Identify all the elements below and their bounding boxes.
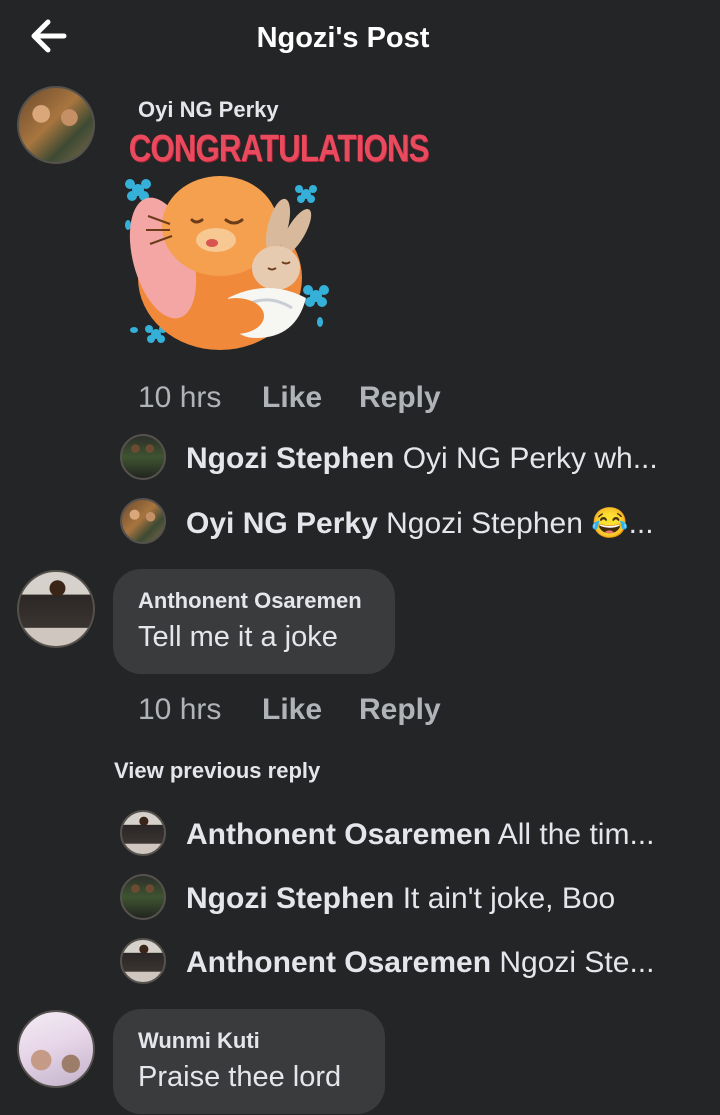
comment-text: Tell me it a joke [138, 621, 338, 653]
avatar[interactable] [17, 86, 95, 164]
reply-item[interactable]: Anthonent Osaremen All the tim... [120, 810, 700, 858]
comment-author[interactable]: Anthonent Osaremen [138, 588, 362, 614]
post-comments-page: Ngozi's Post Oyi NG Perky CONGRATULATION… [0, 0, 720, 1115]
reply-button[interactable]: Reply [359, 693, 441, 727]
reply-button[interactable]: Reply [359, 381, 441, 415]
comment-time: 10 hrs [138, 381, 222, 414]
reply-item[interactable]: Anthonent Osaremen Ngozi Ste... [120, 938, 700, 986]
reply-author[interactable]: Oyi NG Perky [186, 507, 378, 540]
reply-snippet: Ngozi Ste... [499, 946, 655, 979]
like-button[interactable]: Like [262, 693, 322, 727]
reply-author[interactable]: Ngozi Stephen [186, 882, 394, 915]
avatar[interactable] [120, 874, 166, 920]
reply-author[interactable]: Anthonent Osaremen [186, 946, 491, 979]
reply-item[interactable]: Ngozi Stephen It ain't joke, Boo [120, 874, 700, 922]
congratulations-sticker: CONGRATULATIONS [108, 128, 429, 354]
comment-author[interactable]: Oyi NG Perky [138, 97, 279, 123]
reply-snippet: It ain't joke, Boo [402, 882, 616, 915]
avatar[interactable] [17, 1010, 95, 1088]
comment-text: Praise thee lord [138, 1061, 342, 1093]
comment-author[interactable]: Wunmi Kuti [138, 1028, 260, 1054]
avatar[interactable] [17, 570, 95, 648]
reply-preview: Ngozi Stephen Oyi NG Perky wh... [186, 442, 658, 476]
avatar[interactable] [120, 434, 166, 480]
reply-snippet: Ngozi Stephen 😂... [386, 507, 654, 540]
reply-preview: Anthonent Osaremen Ngozi Ste... [186, 946, 654, 980]
view-previous-replies-link[interactable]: View previous reply [114, 758, 320, 784]
like-button[interactable]: Like [262, 381, 322, 415]
reply-snippet: All the tim... [497, 818, 655, 851]
comment-time: 10 hrs [138, 693, 222, 726]
avatar[interactable] [120, 938, 166, 984]
bunny-illustration [125, 176, 329, 350]
reply-author[interactable]: Anthonent Osaremen [186, 818, 491, 851]
page-title: Ngozi's Post [256, 22, 430, 54]
reply-preview: Anthonent Osaremen All the tim... [186, 818, 654, 852]
reply-preview: Ngozi Stephen It ain't joke, Boo [186, 882, 615, 916]
reply-item[interactable]: Oyi NG Perky Ngozi Stephen 😂... [120, 498, 700, 546]
avatar[interactable] [120, 810, 166, 856]
comment-bubble[interactable]: Anthonent Osaremen Tell me it a joke [113, 569, 395, 674]
reply-preview: Oyi NG Perky Ngozi Stephen 😂... [186, 506, 654, 541]
comment-actions: 10 hrs Like Reply [138, 693, 441, 727]
avatar[interactable] [120, 498, 166, 544]
comment-bubble[interactable]: Wunmi Kuti Praise thee lord [113, 1009, 385, 1114]
reply-author[interactable]: Ngozi Stephen [186, 442, 394, 475]
reply-snippet: Oyi NG Perky wh... [402, 442, 658, 475]
comment-actions: 10 hrs Like Reply [138, 381, 441, 415]
reply-item[interactable]: Ngozi Stephen Oyi NG Perky wh... [120, 434, 700, 482]
top-bar: Ngozi's Post [0, 0, 720, 80]
